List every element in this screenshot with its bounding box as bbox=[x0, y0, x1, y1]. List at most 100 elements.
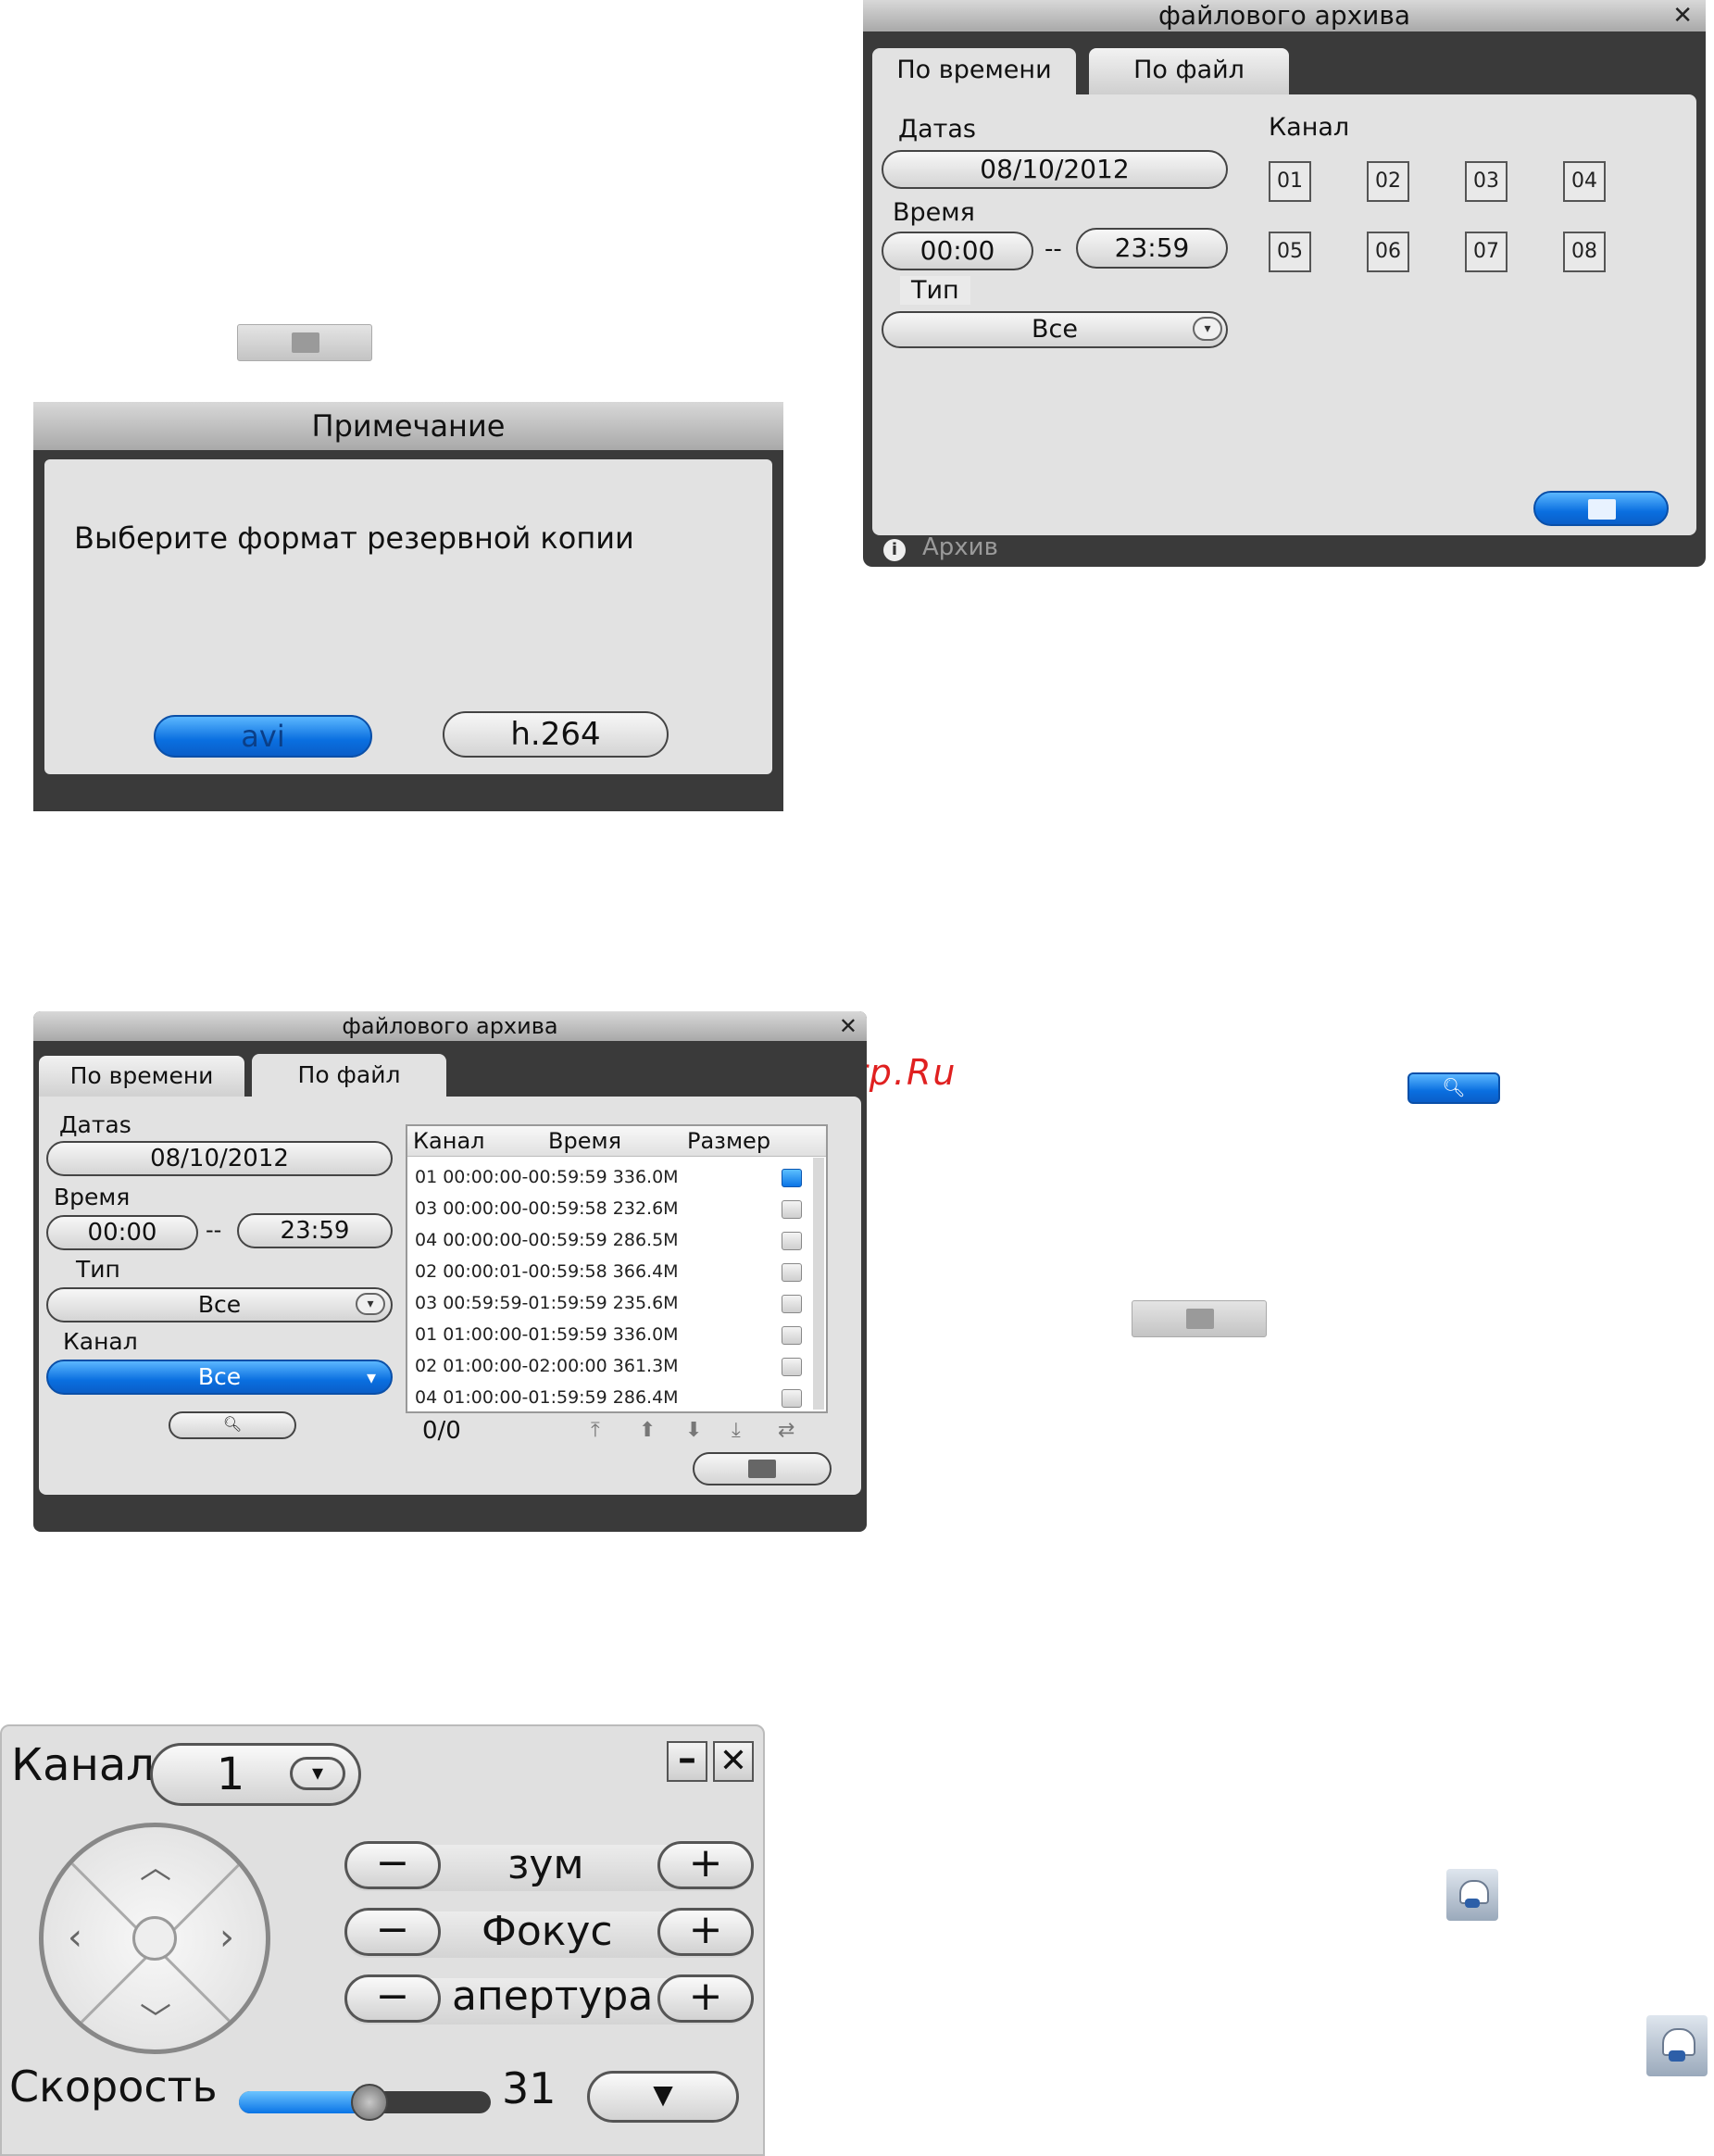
ptz-channel-label: Канал bbox=[11, 1739, 155, 1791]
speed-slider-fill bbox=[239, 2091, 370, 2113]
tab-by-time[interactable]: По времени bbox=[872, 48, 1076, 96]
prev-page-icon[interactable]: ⬆ bbox=[639, 1419, 656, 1442]
arrow-down-icon[interactable]: ﹀ bbox=[132, 1994, 179, 2039]
backup-button[interactable] bbox=[1533, 491, 1669, 526]
arrow-up-icon[interactable]: ︿ bbox=[132, 1842, 179, 1887]
aperture-label: апертура bbox=[452, 1973, 654, 2020]
row-checkbox[interactable] bbox=[782, 1169, 802, 1187]
channel-select[interactable]: Все ▾ bbox=[46, 1360, 393, 1395]
date-field[interactable]: 08/10/2012 bbox=[46, 1141, 393, 1176]
channel-08[interactable]: 08 bbox=[1563, 232, 1606, 272]
table-row[interactable]: 02 01:00:00-02:00:00 361.3M bbox=[415, 1356, 679, 1376]
table-row[interactable]: 04 01:00:00-01:59:59 286.4M bbox=[415, 1387, 679, 1408]
preset-menu-button[interactable]: ▼ bbox=[587, 2071, 739, 2123]
ptz-channel-select[interactable]: 1 ▾ bbox=[150, 1743, 361, 1806]
direction-pad: ︿ ﹀ ‹ › bbox=[39, 1823, 270, 2054]
focus-minus-button[interactable]: − bbox=[344, 1908, 441, 1956]
backup-button[interactable] bbox=[693, 1452, 832, 1485]
row-checkbox[interactable] bbox=[782, 1326, 802, 1345]
arrow-left-icon[interactable]: ‹ bbox=[68, 1916, 82, 1959]
time-to-field[interactable]: 23:59 bbox=[1076, 228, 1228, 269]
type-select-value: Все bbox=[197, 1291, 242, 1318]
type-select[interactable]: Все ▾ bbox=[882, 311, 1228, 348]
speed-slider[interactable] bbox=[239, 2084, 491, 2121]
tab-by-file[interactable]: По файл bbox=[1089, 48, 1289, 94]
table-row[interactable]: 03 00:59:59-01:59:59 235.6M bbox=[415, 1293, 679, 1313]
column-time[interactable]: Время bbox=[548, 1128, 621, 1154]
list-scrollbar[interactable] bbox=[813, 1158, 824, 1410]
tab-by-time[interactable]: По времени bbox=[39, 1056, 244, 1098]
channel-03[interactable]: 03 bbox=[1465, 161, 1508, 202]
type-select-value: Все bbox=[1032, 315, 1078, 344]
time-from-field[interactable]: 00:00 bbox=[46, 1215, 198, 1250]
table-row[interactable]: 01 01:00:00-01:59:59 336.0M bbox=[415, 1324, 679, 1345]
h264-button[interactable]: h.264 bbox=[443, 711, 669, 758]
time-separator: -- bbox=[206, 1217, 222, 1243]
zoom-plus-button[interactable]: + bbox=[657, 1841, 754, 1889]
file-list-header: Канал Время Размер bbox=[407, 1126, 826, 1157]
focus-label: Фокус bbox=[482, 1908, 613, 1955]
channel-01[interactable]: 01 bbox=[1269, 161, 1311, 202]
ptz-panel: Канал 1 ▾ – ✕ ︿ ﹀ ‹ › − зум + − Фокус + … bbox=[0, 1724, 765, 2156]
ptz-camera-icon bbox=[1446, 1869, 1498, 1921]
channel-05[interactable]: 05 bbox=[1269, 232, 1311, 272]
focus-plus-button[interactable]: + bbox=[657, 1908, 754, 1956]
minimize-icon[interactable]: – bbox=[667, 1740, 707, 1782]
search-icon-button[interactable]: 🔍︎ bbox=[1407, 1072, 1500, 1104]
folder-icon bbox=[1186, 1309, 1214, 1329]
channel-label: Канал bbox=[1269, 113, 1350, 142]
row-checkbox[interactable] bbox=[782, 1295, 802, 1313]
backup-icon-button-2[interactable] bbox=[1132, 1300, 1267, 1337]
aperture-plus-button[interactable]: + bbox=[657, 1974, 754, 2023]
tab-by-file[interactable]: По файл bbox=[252, 1054, 446, 1098]
aperture-minus-button[interactable]: − bbox=[344, 1974, 441, 2023]
channel-04[interactable]: 04 bbox=[1563, 161, 1606, 202]
next-page-icon[interactable]: ⬇ bbox=[685, 1419, 702, 1442]
time-to-field[interactable]: 23:59 bbox=[237, 1213, 393, 1248]
chevron-down-icon: ▾ bbox=[1193, 317, 1222, 341]
last-page-icon[interactable]: ⤓ bbox=[732, 1419, 741, 1442]
time-from-field[interactable]: 00:00 bbox=[882, 232, 1033, 270]
folder-icon bbox=[1588, 499, 1616, 520]
channel-07[interactable]: 07 bbox=[1465, 232, 1508, 272]
refresh-icon[interactable]: ⇄ bbox=[778, 1419, 794, 1442]
column-channel[interactable]: Канал bbox=[413, 1128, 484, 1154]
archive-file-panel: Датаs 08/10/2012 Время 00:00 -- 23:59 Ти… bbox=[39, 1097, 861, 1495]
speed-slider-handle[interactable] bbox=[351, 2084, 389, 2121]
time-label: Время bbox=[54, 1184, 131, 1210]
first-page-icon[interactable]: ⤒ bbox=[591, 1419, 600, 1442]
zoom-minus-button[interactable]: − bbox=[344, 1841, 441, 1889]
row-checkbox[interactable] bbox=[782, 1389, 802, 1408]
search-button[interactable]: 🔍︎ bbox=[169, 1411, 296, 1439]
ptz-channel-value: 1 bbox=[216, 1749, 245, 1800]
backup-icon-button[interactable] bbox=[237, 324, 372, 361]
search-icon: 🔍︎ bbox=[222, 1415, 243, 1433]
channel-label: Канал bbox=[63, 1328, 138, 1355]
row-checkbox[interactable] bbox=[782, 1358, 802, 1376]
close-icon[interactable]: ✕ bbox=[839, 1013, 857, 1039]
archive-time-title: файлового архива bbox=[863, 0, 1706, 31]
close-icon[interactable]: ✕ bbox=[713, 1741, 754, 1782]
avi-button[interactable]: avi bbox=[154, 715, 372, 758]
row-checkbox[interactable] bbox=[782, 1263, 802, 1282]
file-list: Канал Время Размер 01 00:00:00-00:59:59 … bbox=[406, 1124, 828, 1413]
center-button[interactable] bbox=[132, 1916, 177, 1961]
date-label: Датаs bbox=[59, 1111, 131, 1138]
table-row[interactable]: 03 00:00:00-00:59:58 232.6M bbox=[415, 1198, 679, 1219]
archive-time-panel: Датаs 08/10/2012 Время 00:00 -- 23:59 Ти… bbox=[872, 94, 1696, 535]
table-row[interactable]: 01 00:00:00-00:59:59 336.0M bbox=[415, 1167, 679, 1187]
date-field[interactable]: 08/10/2012 bbox=[882, 150, 1228, 189]
archive-file-title: файлового архива bbox=[33, 1011, 867, 1041]
channel-02[interactable]: 02 bbox=[1367, 161, 1409, 202]
channel-06[interactable]: 06 bbox=[1367, 232, 1409, 272]
table-row[interactable]: 04 00:00:00-00:59:59 286.5M bbox=[415, 1230, 679, 1250]
arrow-right-icon[interactable]: › bbox=[219, 1916, 234, 1959]
date-label: Датаs bbox=[898, 115, 976, 144]
type-label: Тип bbox=[76, 1256, 120, 1283]
row-checkbox[interactable] bbox=[782, 1232, 802, 1250]
type-select[interactable]: Все ▾ bbox=[46, 1287, 393, 1322]
close-icon[interactable]: ✕ bbox=[1672, 2, 1693, 30]
row-checkbox[interactable] bbox=[782, 1200, 802, 1219]
table-row[interactable]: 02 00:00:01-00:59:58 366.4M bbox=[415, 1261, 679, 1282]
column-size[interactable]: Размер bbox=[687, 1128, 770, 1154]
